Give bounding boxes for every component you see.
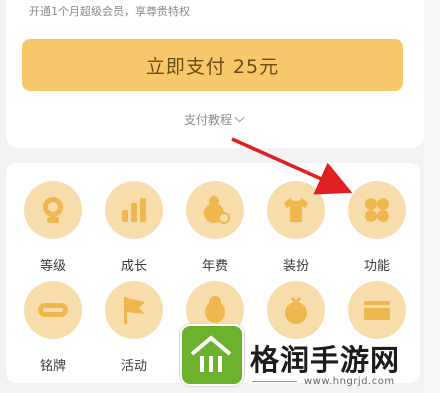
watermark-divider [252,381,297,382]
watermark-url: www.hngrjd.com [304,376,395,387]
watermark-site-name: 格润手游网 [250,343,401,377]
watermark-logo [180,324,244,386]
